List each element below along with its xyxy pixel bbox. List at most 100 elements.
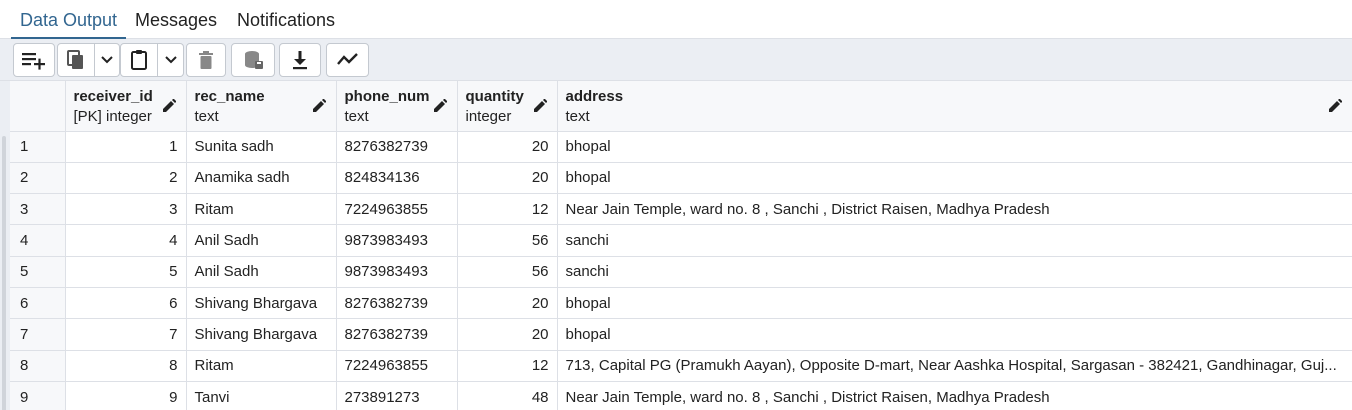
cell-phone-num[interactable]: 7224963855 (336, 193, 458, 226)
cell-rec-name[interactable]: Shivang Bhargava (186, 287, 337, 320)
add-row-icon (22, 53, 45, 70)
column-name: address (565, 88, 624, 105)
copy-button[interactable] (57, 43, 95, 77)
resize-handle[interactable] (2, 136, 6, 410)
delete-icon (199, 51, 213, 69)
cell-receiver-id[interactable]: 9 (65, 381, 187, 410)
edit-pencil-icon[interactable] (1328, 99, 1342, 113)
cell-address[interactable]: Near Jain Temple, ward no. 8 , Sanchi , … (557, 193, 1352, 226)
cell-rec-name[interactable]: Anil Sadh (186, 224, 337, 257)
table-row[interactable]: 6 6 Shivang Bhargava 8276382739 20 bhopa… (10, 287, 1352, 320)
cell-address[interactable]: Near Jain Temple, ward no. 8 , Sanchi , … (557, 381, 1352, 410)
cell-rec-name[interactable]: Ritam (186, 350, 337, 382)
row-number[interactable]: 5 (10, 256, 66, 288)
column-header-quantity[interactable]: quantity integer (457, 81, 558, 132)
data-toolbar (0, 39, 1352, 81)
column-header-receiver-id[interactable]: receiver_id [PK] integer (65, 81, 187, 132)
table-row[interactable]: 3 3 Ritam 7224963855 12 Near Jain Temple… (10, 193, 1352, 226)
cell-receiver-id[interactable]: 6 (65, 287, 187, 320)
row-number[interactable]: 4 (10, 224, 66, 257)
cell-quantity[interactable]: 48 (457, 381, 558, 410)
row-number-header[interactable] (10, 81, 66, 132)
cell-address[interactable]: bhopal (557, 318, 1352, 351)
cell-phone-num[interactable]: 9873983493 (336, 256, 458, 288)
cell-rec-name[interactable]: Tanvi (186, 381, 337, 410)
cell-receiver-id[interactable]: 4 (65, 224, 187, 257)
column-name: rec_name (194, 88, 265, 105)
cell-quantity[interactable]: 20 (457, 318, 558, 351)
cell-address[interactable]: sanchi (557, 224, 1352, 257)
edit-pencil-icon[interactable] (312, 99, 326, 113)
save-data-button[interactable] (231, 43, 275, 77)
row-number[interactable]: 6 (10, 287, 66, 320)
column-type: text (344, 108, 369, 125)
cell-phone-num[interactable]: 824834136 (336, 162, 458, 195)
cell-rec-name[interactable]: Shivang Bhargava (186, 318, 337, 351)
column-header-phone-num[interactable]: phone_num text (336, 81, 458, 132)
tab-messages[interactable]: Messages (135, 0, 217, 39)
delete-button[interactable] (186, 43, 226, 77)
tab-notifications[interactable]: Notifications (237, 0, 335, 39)
column-type: [PK] integer (73, 108, 152, 125)
cell-quantity[interactable]: 20 (457, 162, 558, 195)
table-row[interactable]: 8 8 Ritam 7224963855 12 713, Capital PG … (10, 350, 1352, 382)
cell-address[interactable]: bhopal (557, 131, 1352, 163)
column-header-address[interactable]: address text (557, 81, 1352, 132)
edit-pencil-icon[interactable] (433, 99, 447, 113)
cell-quantity[interactable]: 12 (457, 350, 558, 382)
edit-pencil-icon[interactable] (533, 99, 547, 113)
cell-receiver-id[interactable]: 2 (65, 162, 187, 195)
graph-visualiser-button[interactable] (326, 43, 369, 77)
download-icon (293, 51, 307, 70)
cell-phone-num[interactable]: 9873983493 (336, 224, 458, 257)
cell-quantity[interactable]: 20 (457, 287, 558, 320)
cell-phone-num[interactable]: 8276382739 (336, 287, 458, 320)
cell-address[interactable]: bhopal (557, 287, 1352, 320)
table-row[interactable]: 4 4 Anil Sadh 9873983493 56 sanchi (10, 224, 1352, 257)
cell-receiver-id[interactable]: 7 (65, 318, 187, 351)
table-row[interactable]: 7 7 Shivang Bhargava 8276382739 20 bhopa… (10, 318, 1352, 351)
edit-pencil-icon[interactable] (162, 99, 176, 113)
header-row: receiver_id [PK] integer rec_name text p… (10, 81, 1352, 132)
cell-receiver-id[interactable]: 3 (65, 193, 187, 226)
cell-receiver-id[interactable]: 5 (65, 256, 187, 288)
cell-quantity[interactable]: 20 (457, 131, 558, 163)
tab-data-output[interactable]: Data Output (11, 0, 127, 39)
row-number[interactable]: 1 (10, 131, 66, 163)
cell-address[interactable]: bhopal (557, 162, 1352, 195)
cell-phone-num[interactable]: 7224963855 (336, 350, 458, 382)
row-number[interactable]: 8 (10, 350, 66, 382)
cell-address[interactable]: 713, Capital PG (Pramukh Aayan), Opposit… (557, 350, 1352, 382)
copy-options-dropdown[interactable] (95, 43, 120, 77)
cell-receiver-id[interactable]: 8 (65, 350, 187, 382)
result-tabs: Data Output Messages Notifications (0, 0, 1352, 39)
download-button[interactable] (279, 43, 321, 77)
cell-quantity[interactable]: 56 (457, 256, 558, 288)
column-header-rec-name[interactable]: rec_name text (186, 81, 337, 132)
table-row[interactable]: 2 2 Anamika sadh 824834136 20 bhopal (10, 162, 1352, 195)
cell-phone-num[interactable]: 8276382739 (336, 318, 458, 351)
cell-quantity[interactable]: 56 (457, 224, 558, 257)
row-number[interactable]: 7 (10, 318, 66, 351)
cell-quantity[interactable]: 12 (457, 193, 558, 226)
paste-button[interactable] (120, 43, 158, 77)
cell-rec-name[interactable]: Ritam (186, 193, 337, 226)
cell-phone-num[interactable]: 8276382739 (336, 131, 458, 163)
cell-phone-num[interactable]: 273891273 (336, 381, 458, 410)
row-number[interactable]: 2 (10, 162, 66, 195)
table-row[interactable]: 5 5 Anil Sadh 9873983493 56 sanchi (10, 256, 1352, 288)
table-row[interactable]: 9 9 Tanvi 273891273 48 Near Jain Temple,… (10, 381, 1352, 410)
cell-rec-name[interactable]: Anil Sadh (186, 256, 337, 288)
cell-rec-name[interactable]: Sunita sadh (186, 131, 337, 163)
cell-receiver-id[interactable]: 1 (65, 131, 187, 163)
cell-address[interactable]: sanchi (557, 256, 1352, 288)
paste-icon (131, 50, 147, 70)
cell-rec-name[interactable]: Anamika sadh (186, 162, 337, 195)
table-row[interactable]: 1 1 Sunita sadh 8276382739 20 bhopal (10, 131, 1352, 163)
data-grid: receiver_id [PK] integer rec_name text p… (10, 81, 1352, 410)
row-number[interactable]: 3 (10, 193, 66, 226)
column-name: phone_num (344, 88, 430, 105)
paste-options-dropdown[interactable] (158, 43, 184, 77)
row-number[interactable]: 9 (10, 381, 66, 410)
add-row-button[interactable] (13, 43, 55, 77)
